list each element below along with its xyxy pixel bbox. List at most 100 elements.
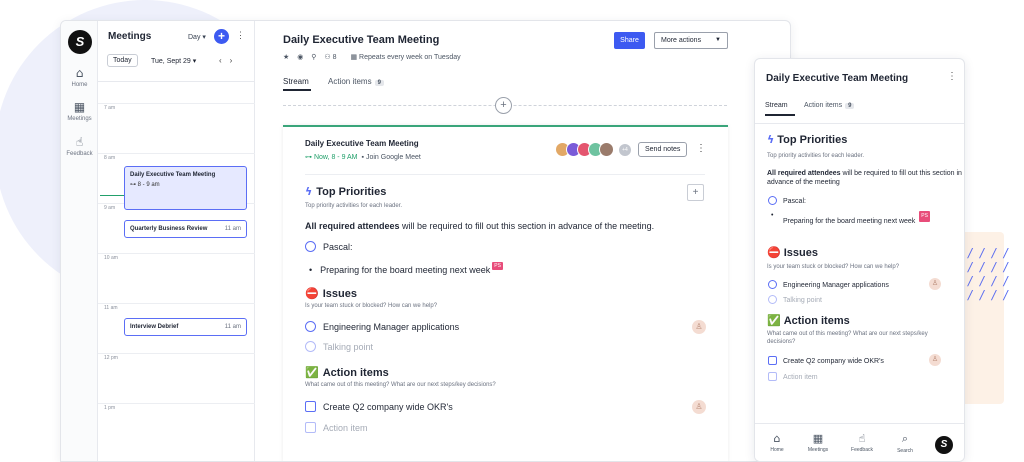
section-action-items: ✅ Action items <box>305 366 389 379</box>
mobile-section-top-priorities: ϟ Top Priorities <box>767 133 848 146</box>
lightning-icon: ϟ <box>305 185 313 198</box>
calendar-panel: Meetings Day ▾ + ⋮ Today Tue, Sept 29 ▾ … <box>98 21 255 461</box>
user-tag: PS <box>492 262 503 270</box>
home-icon: ⌂ <box>75 66 84 80</box>
checkbox-icon: ✅ <box>767 314 781 327</box>
priority-bullet[interactable]: Preparing for the board meeting next wee… <box>309 262 503 275</box>
section-desc: Is your team stuck or blocked? How can w… <box>767 264 900 270</box>
mobile-nav-home[interactable]: ⌂ Home <box>757 432 797 453</box>
eye-icon[interactable]: ◉ <box>297 54 303 61</box>
hour-label: 1 pm <box>104 405 116 411</box>
calendar-icon: ▦ <box>812 432 824 445</box>
required-note: All required attendees will be required … <box>305 221 655 231</box>
talking-point-input[interactable]: Talking point <box>768 295 822 304</box>
add-note-button[interactable]: + <box>495 97 512 114</box>
home-icon: ⌂ <box>773 432 781 445</box>
checkbox-square-icon <box>768 372 777 381</box>
radio-circle-icon <box>768 295 777 304</box>
date-selector[interactable]: Tue, Sept 29 ▾ <box>151 57 196 65</box>
date-nav[interactable]: ‹› <box>219 56 240 65</box>
mobile-tab-stream[interactable]: Stream <box>765 102 788 109</box>
radio-circle-icon <box>768 280 777 289</box>
rail-item-meetings[interactable]: ▦ Meetings <box>61 100 98 122</box>
action-item-input[interactable]: Action item <box>768 372 818 381</box>
pin-icon[interactable]: ⚲ <box>311 54 316 61</box>
mobile-nav-feedback[interactable]: ☝ Feedback <box>842 432 882 453</box>
checkbox-square-icon <box>305 422 316 433</box>
hour-line <box>98 103 255 104</box>
radio-circle-icon <box>768 196 777 205</box>
radio-circle-icon <box>305 341 316 352</box>
talking-point-input[interactable]: Talking point <box>305 341 373 352</box>
priority-bullet[interactable]: Preparing for the board meeting next wee… <box>771 211 931 226</box>
section-desc: What came out of this meeting? What are … <box>305 382 496 388</box>
decorative-slashes: / / / / / / / / / / / / / / / / <box>968 246 1010 302</box>
attendees-icon: ⚇ 8 <box>324 54 337 61</box>
priority-person[interactable]: Pascal: <box>768 196 806 205</box>
meeting-meta: ★ ◉ ⚲ ⚇ 8 ▦ Repeats every week on Tuesda… <box>283 53 473 61</box>
issue-item[interactable]: Engineering Manager applications <box>305 321 459 332</box>
meeting-card: Daily Executive Team Meeting ⊶ Now, 8 - … <box>283 125 728 461</box>
action-item[interactable]: Create Q2 company wide OKR's <box>305 401 453 412</box>
app-logo[interactable]: S <box>68 30 92 54</box>
issue-item[interactable]: Engineering Manager applications <box>768 280 889 289</box>
hour-label: 10 am <box>104 255 118 261</box>
chevron-left-icon[interactable]: ‹ <box>219 56 230 65</box>
rail-item-home[interactable]: ⌂ Home <box>61 66 98 88</box>
thumbs-up-icon: ☝ <box>75 135 84 149</box>
avatar <box>599 142 614 157</box>
meeting-title: Daily Executive Team Meeting <box>283 34 440 46</box>
checkbox-icon: ✅ <box>305 366 319 379</box>
lightning-icon: ϟ <box>767 133 775 146</box>
avatar: ♙ <box>692 320 706 334</box>
avatar: ♙ <box>692 400 706 414</box>
chevron-right-icon[interactable]: › <box>230 56 241 65</box>
divider <box>98 81 255 82</box>
priority-person[interactable]: Pascal: <box>305 241 353 252</box>
app-logo[interactable]: S <box>935 436 953 454</box>
radio-circle-icon <box>305 241 316 252</box>
action-item-input[interactable]: Action item <box>305 422 368 433</box>
card-more-icon[interactable]: ⋮ <box>696 143 706 154</box>
radio-circle-icon <box>305 321 316 332</box>
more-actions-button[interactable]: More actions ▼ <box>654 32 728 49</box>
mobile-title: Daily Executive Team Meeting <box>766 73 909 84</box>
more-icon[interactable]: ⋮ <box>947 71 957 82</box>
rail-item-feedback[interactable]: ☝ Feedback <box>61 135 98 157</box>
event-interview-debrief[interactable]: Interview Debrief 11 am <box>124 318 247 336</box>
mobile-app-window: Daily Executive Team Meeting ⋮ Stream Ac… <box>754 58 965 462</box>
event-daily-executive[interactable]: Daily Executive Team Meeting ⊶ 8 - 9 am <box>124 166 247 210</box>
send-notes-button[interactable]: Send notes <box>638 142 688 157</box>
add-section-button[interactable]: + <box>687 184 704 201</box>
more-icon[interactable]: ⋮ <box>236 30 245 41</box>
view-selector[interactable]: Day ▾ <box>188 33 206 41</box>
tab-stream[interactable]: Stream <box>283 77 309 86</box>
hour-label: 7 am <box>104 105 116 111</box>
event-quarterly-review[interactable]: Quarterly Business Review 11 am <box>124 220 247 238</box>
hour-label: 11 am <box>104 305 118 311</box>
mobile-nav-meetings[interactable]: ▦ Meetings <box>798 432 838 453</box>
mobile-tab-action-items[interactable]: Action items 9 <box>804 102 855 109</box>
section-desc: Top priority activities for each leader. <box>767 153 865 159</box>
mobile-nav-search[interactable]: ⌕ Search <box>885 432 925 454</box>
divider <box>755 123 964 124</box>
today-button[interactable]: Today <box>107 54 138 67</box>
required-note: All required attendees will be required … <box>767 170 962 186</box>
section-desc: Is your team stuck or blocked? How can w… <box>305 303 438 309</box>
tab-underline <box>283 89 311 91</box>
meeting-panel: Daily Executive Team Meeting ★ ◉ ⚲ ⚇ 8 ▦… <box>255 21 790 461</box>
section-issues: ⛔ Issues <box>305 287 357 300</box>
search-icon: ⌕ <box>901 432 909 445</box>
checkbox-square-icon <box>768 356 777 365</box>
join-meet-link[interactable]: ▪ Join Google Meet <box>362 154 421 161</box>
mobile-bottom-nav: ⌂ Home ▦ Meetings ☝ Feedback ⌕ Search S <box>755 423 964 461</box>
add-meeting-button[interactable]: + <box>214 29 229 44</box>
star-icon[interactable]: ★ <box>283 54 289 61</box>
no-entry-icon: ⛔ <box>305 287 319 300</box>
share-button[interactable]: Share <box>614 32 645 49</box>
hour-line <box>98 253 255 254</box>
action-item[interactable]: Create Q2 company wide OKR's <box>768 356 884 365</box>
section-desc: What came out of this meeting? What are … <box>767 331 928 345</box>
calendar-title: Meetings <box>108 31 152 42</box>
tab-action-items[interactable]: Action items 9 <box>328 77 384 86</box>
